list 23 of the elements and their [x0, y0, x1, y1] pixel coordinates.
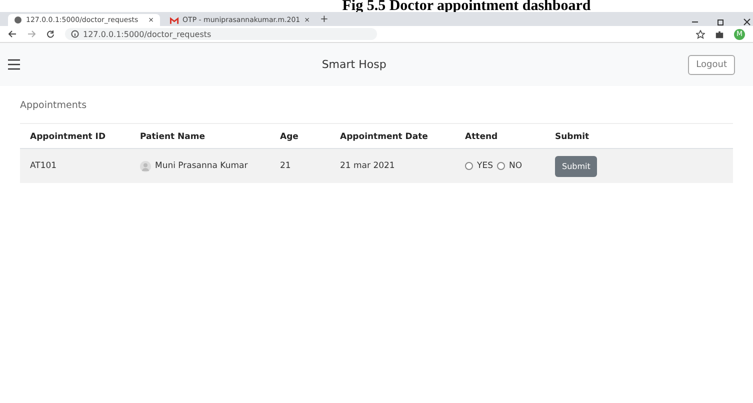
radio-label: YES — [477, 161, 493, 171]
table-cell: 21 mar 2021 — [330, 149, 455, 183]
radio-button[interactable] — [496, 162, 505, 170]
submit-button[interactable]: Submit — [555, 156, 598, 176]
section-heading: Appointments — [20, 100, 88, 111]
table-cell: Muni Prasanna Kumar — [130, 149, 270, 183]
logout-button[interactable]: Logout — [688, 54, 735, 74]
star-icon[interactable] — [696, 30, 705, 38]
table-cell: 21 — [270, 149, 330, 183]
brand-title: Smart Hosp — [322, 58, 386, 71]
avatar-icon — [140, 160, 151, 172]
new-tab-button[interactable]: + — [320, 14, 328, 25]
back-icon[interactable] — [8, 30, 17, 38]
info-icon — [71, 30, 79, 38]
restore-icon[interactable] — [717, 18, 725, 26]
mail-icon — [170, 16, 179, 24]
reload-icon[interactable] — [46, 30, 55, 38]
close-icon[interactable] — [743, 18, 751, 26]
radio-button[interactable] — [465, 162, 473, 170]
table-cell: AT101 — [20, 149, 130, 183]
address-bar[interactable]: 127.0.0.1:5000/doctor_requests — [65, 28, 376, 40]
menu-icon[interactable] — [8, 59, 20, 70]
radio-label: NO — [508, 161, 522, 171]
